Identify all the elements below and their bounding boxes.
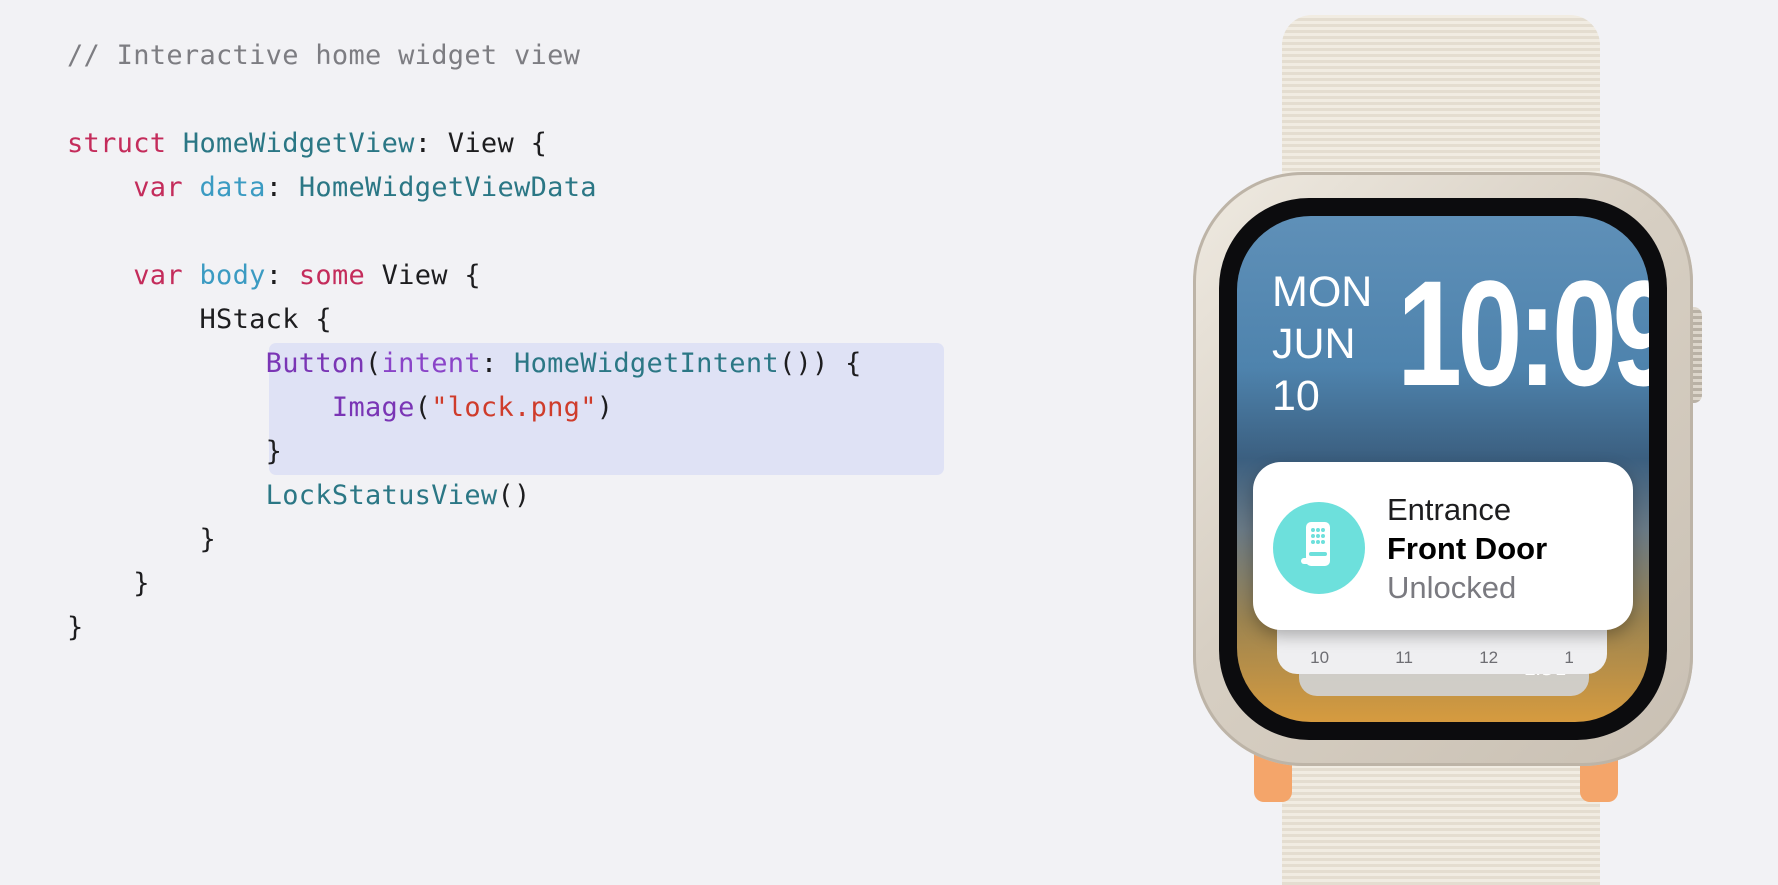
timeline-tick: 10 — [1310, 648, 1330, 667]
timeline-tick: 11 — [1395, 648, 1413, 667]
code-text: ( — [414, 392, 432, 423]
code-text: ) — [596, 392, 614, 423]
code-string: "lock.png" — [431, 392, 597, 423]
code-property: body — [199, 260, 266, 291]
code-type: LockStatusView — [265, 480, 498, 511]
code-text: HStack { — [199, 304, 332, 335]
code-text: () — [497, 480, 531, 511]
code-type: HomeWidgetViewData — [298, 172, 597, 203]
lock-button[interactable] — [1273, 502, 1365, 594]
timeline-tick: 1 — [1564, 648, 1574, 667]
code-line-image: Image("lock.png") — [67, 386, 862, 430]
code-text: ()) { — [778, 348, 862, 379]
lock-name: Front Door — [1387, 531, 1548, 566]
code-text: } — [133, 568, 150, 599]
apple-watch: MON JUN 10 10:09 L:51 10 11 12 1 — [1180, 0, 1720, 885]
keypad-lock-icon — [1301, 522, 1330, 566]
watch-case: MON JUN 10 10:09 L:51 10 11 12 1 — [1193, 172, 1693, 766]
watch-day: MON — [1272, 268, 1373, 316]
watch-date-number: 10 — [1272, 372, 1320, 420]
code-line-close-body: } — [67, 562, 862, 606]
code-line-hstack: HStack { — [67, 298, 862, 342]
code-param: intent — [381, 348, 481, 379]
code-line-struct: struct HomeWidgetView: View { — [67, 122, 862, 166]
code-block: // Interactive home widget view struct H… — [67, 34, 944, 650]
code-line-lockstatus: LockStatusView() — [67, 474, 862, 518]
timeline-ticks: 10 11 12 1 — [1277, 648, 1607, 668]
code-type: HomeWidgetIntent — [514, 348, 779, 379]
watch-date: MON JUN 10 — [1272, 266, 1372, 422]
code-text: ( — [365, 348, 382, 379]
lock-widget-card[interactable]: Entrance Front Door Unlocked — [1253, 462, 1633, 630]
code-text: View { — [381, 260, 481, 291]
code-text: : — [480, 348, 498, 379]
code-keyword: var — [133, 260, 183, 291]
code-type: HomeWidgetView — [182, 128, 415, 159]
code-keyword: var — [133, 172, 183, 203]
watch-time: 10:09 — [1397, 249, 1649, 417]
code-line-close-hstack: } — [67, 518, 862, 562]
watch-month: JUN — [1272, 320, 1356, 368]
code-line-comment: // Interactive home widget view — [67, 34, 862, 78]
code-keyword: struct — [67, 128, 167, 159]
lock-status-view: Entrance Front Door Unlocked — [1387, 490, 1547, 607]
code-text: : — [265, 172, 283, 203]
lock-location: Entrance — [1387, 492, 1512, 527]
code-text: } — [265, 436, 283, 467]
code-text: } — [67, 612, 84, 643]
watch-bezel: MON JUN 10 10:09 L:51 10 11 12 1 — [1219, 198, 1667, 740]
timeline-tick: 12 — [1479, 648, 1499, 667]
code-line-button: Button(intent: HomeWidgetIntent()) { — [67, 342, 862, 386]
code-line-body-var: var body: some View { — [67, 254, 862, 298]
code-line-close-button: } — [67, 430, 862, 474]
lock-status: Unlocked — [1387, 570, 1517, 605]
code-line-close-struct: } — [67, 606, 862, 650]
code-text: } — [199, 524, 217, 555]
watch-screen: MON JUN 10 10:09 L:51 10 11 12 1 — [1237, 216, 1649, 722]
code-text: : View { — [414, 128, 548, 159]
code-line-data-var: var data: HomeWidgetViewData — [67, 166, 862, 210]
code-text: : — [265, 260, 283, 291]
code-comment: // Interactive home widget view — [67, 40, 581, 71]
code-function: Button — [265, 348, 366, 379]
code-function: Image — [331, 392, 415, 423]
code-property: data — [199, 172, 266, 203]
code-keyword: some — [298, 260, 366, 291]
